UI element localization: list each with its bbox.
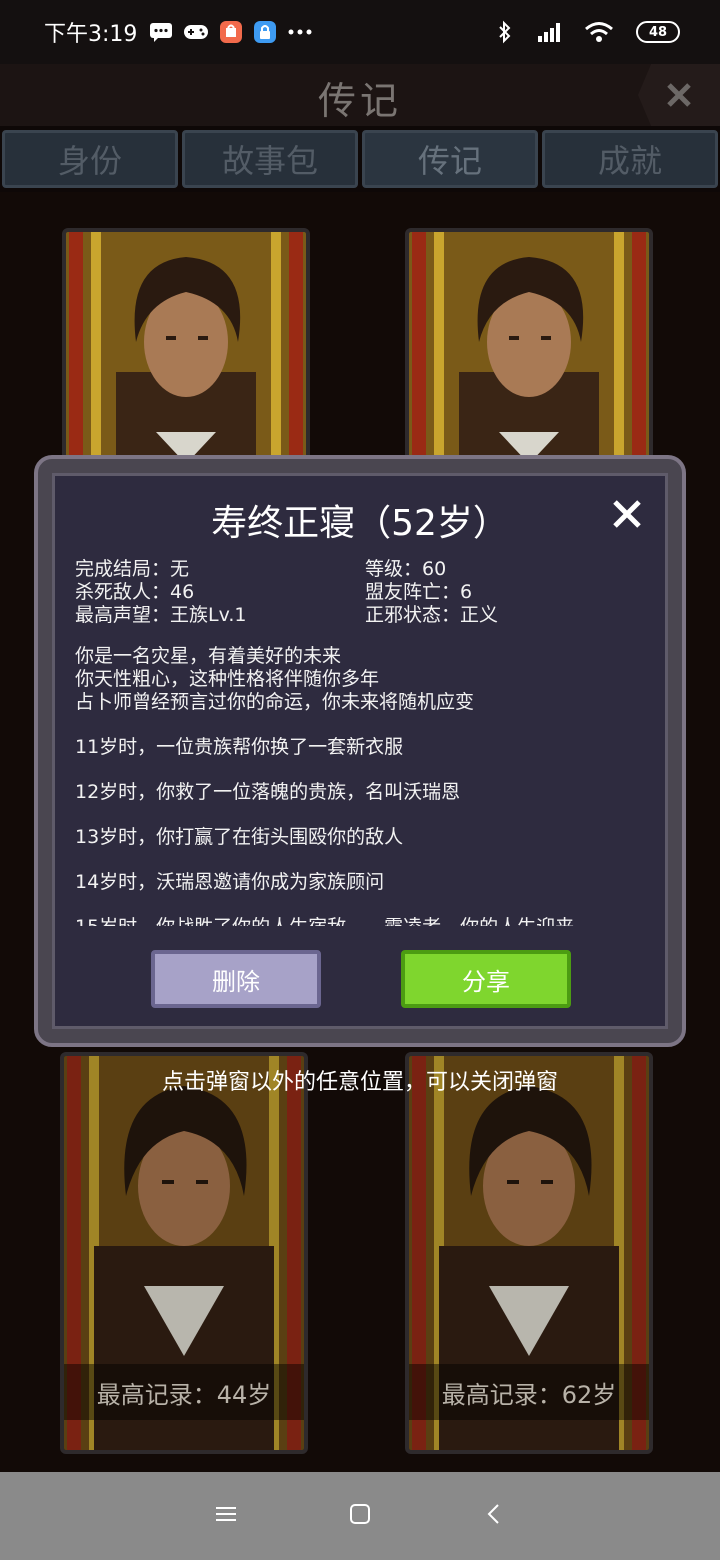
- share-button[interactable]: 分享: [401, 950, 571, 1008]
- home-icon[interactable]: [348, 1502, 372, 1530]
- more-dots-icon: [287, 28, 313, 36]
- bluetooth-icon: [498, 20, 512, 44]
- stat-kills: 杀死敌人：46: [75, 581, 195, 603]
- life-event: 15岁时，你战胜了你的人生宿敌——霸凌者，你的人生迎来: [75, 916, 651, 926]
- life-event: 12岁时，你救了一位落魄的贵族，名叫沃瑞恩: [75, 781, 461, 803]
- life-event: 14岁时，沃瑞恩邀请你成为家族顾问: [75, 871, 385, 893]
- close-hint-text: 点击弹窗以外的任意位置，可以关闭弹窗: [161, 1070, 558, 1095]
- stats-grid: 完成结局：无 等级：60 杀死敌人：46 盟友阵亡：6 最高声望：王族Lv.1 …: [75, 558, 651, 627]
- header-bar: 传记: [0, 64, 720, 126]
- stat-reputation: 最高声望：王族Lv.1: [75, 604, 247, 626]
- dialog-close-button[interactable]: [601, 488, 653, 540]
- biography-content[interactable]: 完成结局：无 等级：60 杀死敌人：46 盟友阵亡：6 最高声望：王族Lv.1 …: [75, 558, 651, 926]
- intro-line: 你天性粗心，这种性格将伴随你多年: [75, 668, 380, 690]
- biography-dialog: 寿终正寝（52岁） 完成结局：无 等级：60 杀死敌人：46 盟友阵亡：6 最高…: [34, 455, 686, 1047]
- character-portrait: [66, 232, 306, 464]
- best-record-label: 最高记录：44岁: [64, 1364, 304, 1420]
- stat-ending: 完成结局：无: [75, 558, 190, 580]
- stat-alignment: 正邪状态：正义: [365, 604, 499, 626]
- message-icon: [149, 22, 173, 42]
- tab-achievements[interactable]: 成就: [542, 130, 718, 188]
- life-event: 13岁时，你打赢了在街头围殴你的敌人: [75, 826, 404, 848]
- header-close-button[interactable]: [638, 64, 720, 126]
- intro-paragraph: 你是一名灾星，有着美好的未来 你天性粗心，这种性格将伴随你多年 占卜师曾经预言过…: [75, 645, 651, 714]
- gamepad-icon: [183, 23, 209, 41]
- life-event: 11岁时，一位贵族帮你换了一套新衣服: [75, 736, 404, 758]
- tab-story-pack[interactable]: 故事包: [182, 130, 358, 188]
- signal-icon: [534, 20, 562, 44]
- tab-identity[interactable]: 身份: [2, 130, 178, 188]
- back-icon[interactable]: [482, 1502, 506, 1530]
- intro-line: 你是一名灾星，有着美好的未来: [75, 645, 342, 667]
- character-card[interactable]: [62, 228, 310, 468]
- delete-button[interactable]: 删除: [151, 950, 321, 1008]
- system-nav-bar: [0, 1472, 720, 1560]
- intro-line: 占卜师曾经预言过你的命运，你未来将随机应变: [75, 691, 475, 713]
- tab-bar: 身份 故事包 传记 成就: [0, 126, 720, 192]
- close-icon: [613, 500, 641, 528]
- app-store-icon: [219, 20, 243, 44]
- status-bar: 下午3:19 48: [0, 0, 720, 64]
- dialog-panel: 寿终正寝（52岁） 完成结局：无 等级：60 杀死敌人：46 盟友阵亡：6 最高…: [52, 473, 668, 1029]
- lock-app-icon: [253, 20, 277, 44]
- character-card[interactable]: [405, 228, 653, 468]
- wifi-icon: [584, 20, 614, 44]
- character-portrait: [409, 232, 649, 464]
- page-title: 传记: [317, 79, 402, 123]
- menu-icon[interactable]: [214, 1504, 238, 1528]
- status-time: 下午3:19: [44, 22, 138, 47]
- close-icon: [667, 83, 691, 107]
- stat-allies-lost: 盟友阵亡：6: [365, 581, 473, 603]
- battery-indicator: 48: [636, 21, 680, 43]
- dialog-title: 寿终正寝（52岁）: [211, 503, 509, 544]
- best-record-label: 最高记录：62岁: [409, 1364, 649, 1420]
- stat-level: 等级：60: [365, 558, 447, 580]
- character-card[interactable]: 最高记录：44岁: [60, 1052, 308, 1454]
- tab-biography[interactable]: 传记: [362, 130, 538, 188]
- character-card[interactable]: 最高记录：62岁: [405, 1052, 653, 1454]
